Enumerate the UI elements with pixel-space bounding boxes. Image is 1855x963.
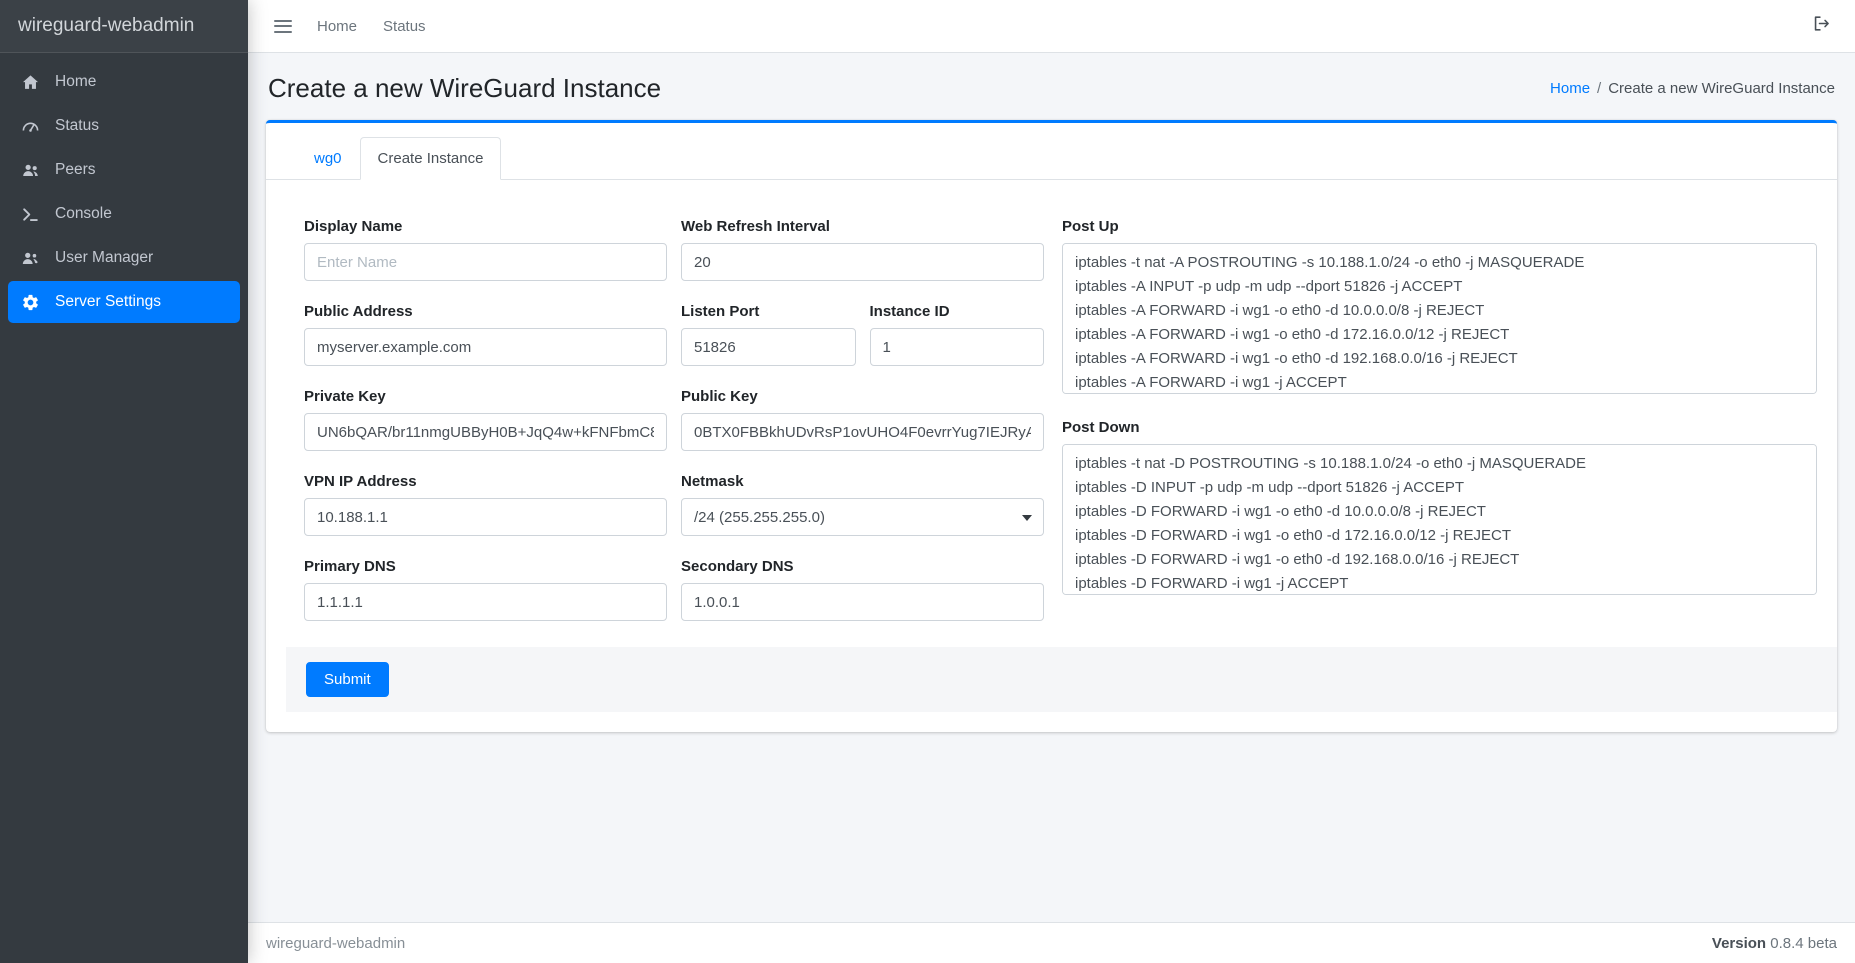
hamburger-icon [274, 20, 292, 33]
public-key-input[interactable] [681, 413, 1044, 451]
sidebar-item-peers[interactable]: Peers [8, 149, 240, 191]
form-right-section: Post Up iptables -t nat -A POSTROUTING -… [1062, 218, 1817, 600]
sidebar-item-label: Home [55, 73, 96, 91]
listen-port-input[interactable] [681, 328, 856, 366]
sidebar-item-label: User Manager [55, 249, 153, 267]
main-area: Home Status Create a new WireGuard Insta… [248, 0, 1855, 963]
version-text: Version 0.8.4 beta [1712, 935, 1837, 952]
menu-toggle-button[interactable] [262, 7, 304, 45]
instance-form: Display Name Web Refresh Interval [304, 218, 1817, 621]
instance-id-input[interactable] [870, 328, 1045, 366]
form-left-section: Display Name Web Refresh Interval [304, 218, 1044, 621]
content-area: Create a new WireGuard Instance Home / Cre… [248, 53, 1855, 922]
navbar-link-status[interactable]: Status [370, 9, 439, 44]
post-up-textarea[interactable]: iptables -t nat -A POSTROUTING -s 10.188… [1062, 243, 1817, 394]
post-down-textarea[interactable]: iptables -t nat -D POSTROUTING -s 10.188… [1062, 444, 1817, 595]
netmask-label: Netmask [681, 473, 1044, 490]
public-address-label: Public Address [304, 303, 667, 320]
tachometer-icon [18, 117, 43, 136]
public-address-input[interactable] [304, 328, 667, 366]
public-key-label: Public Key [681, 388, 1044, 405]
instance-id-label: Instance ID [870, 303, 1045, 320]
sidebar-item-status[interactable]: Status [8, 105, 240, 147]
page-header: Create a new WireGuard Instance Home / Cre… [266, 69, 1837, 120]
vpn-ip-address-label: VPN IP Address [304, 473, 667, 490]
sidebar-item-label: Console [55, 205, 112, 223]
logout-button[interactable] [1806, 6, 1837, 46]
app-root: wireguard-webadmin Home Status Peers [0, 0, 1855, 963]
tab-wg0[interactable]: wg0 [296, 137, 360, 180]
private-key-input[interactable] [304, 413, 667, 451]
sidebar-item-label: Peers [55, 161, 96, 179]
card-header: wg0 Create Instance [266, 123, 1837, 180]
sidebar-item-user-manager[interactable]: User Manager [8, 237, 240, 279]
version-value: 0.8.4 beta [1770, 935, 1837, 952]
secondary-dns-label: Secondary DNS [681, 558, 1044, 575]
footer-brand: wireguard-webadmin [266, 935, 405, 952]
secondary-dns-input[interactable] [681, 583, 1044, 621]
display-name-label: Display Name [304, 218, 667, 235]
breadcrumb-separator: / [1597, 80, 1601, 97]
sidebar-item-console[interactable]: Console [8, 193, 240, 235]
submit-button[interactable]: Submit [306, 662, 389, 697]
private-key-label: Private Key [304, 388, 667, 405]
tab-create-instance[interactable]: Create Instance [360, 137, 502, 180]
sidebar-item-home[interactable]: Home [8, 61, 240, 103]
sidebar-item-label: Status [55, 117, 99, 135]
create-instance-card: wg0 Create Instance Display Name [266, 120, 1837, 732]
terminal-icon [18, 205, 43, 224]
sidebar-nav: Home Status Peers Console [0, 53, 248, 333]
form-footer: Submit [286, 647, 1837, 712]
sidebar: wireguard-webadmin Home Status Peers [0, 0, 248, 963]
primary-dns-label: Primary DNS [304, 558, 667, 575]
primary-dns-input[interactable] [304, 583, 667, 621]
sidebar-brand[interactable]: wireguard-webadmin [0, 0, 248, 53]
breadcrumb-home-link[interactable]: Home [1550, 80, 1590, 97]
instance-tabs: wg0 Create Instance [296, 137, 1807, 180]
listen-port-label: Listen Port [681, 303, 856, 320]
breadcrumb-current: Create a new WireGuard Instance [1608, 80, 1835, 97]
users-icon [18, 161, 43, 180]
web-refresh-interval-input[interactable] [681, 243, 1044, 281]
page-title: Create a new WireGuard Instance [268, 73, 661, 104]
home-icon [18, 73, 43, 92]
user-cog-icon [18, 249, 43, 268]
card-body: Display Name Web Refresh Interval [266, 180, 1837, 732]
vpn-ip-address-input[interactable] [304, 498, 667, 536]
main-footer: wireguard-webadmin Version 0.8.4 beta [248, 922, 1855, 963]
sidebar-item-server-settings[interactable]: Server Settings [8, 281, 240, 323]
cogs-icon [18, 293, 43, 312]
post-down-label: Post Down [1062, 419, 1817, 436]
display-name-input[interactable] [304, 243, 667, 281]
sidebar-item-label: Server Settings [55, 293, 161, 311]
version-label: Version [1712, 935, 1766, 952]
breadcrumb: Home / Create a new WireGuard Instance [1550, 80, 1835, 97]
web-refresh-interval-label: Web Refresh Interval [681, 218, 1044, 235]
top-navbar: Home Status [248, 0, 1855, 53]
navbar-link-home[interactable]: Home [304, 9, 370, 44]
sign-out-icon [1812, 14, 1831, 33]
post-up-label: Post Up [1062, 218, 1817, 235]
netmask-select[interactable]: /24 (255.255.255.0) [681, 498, 1044, 536]
